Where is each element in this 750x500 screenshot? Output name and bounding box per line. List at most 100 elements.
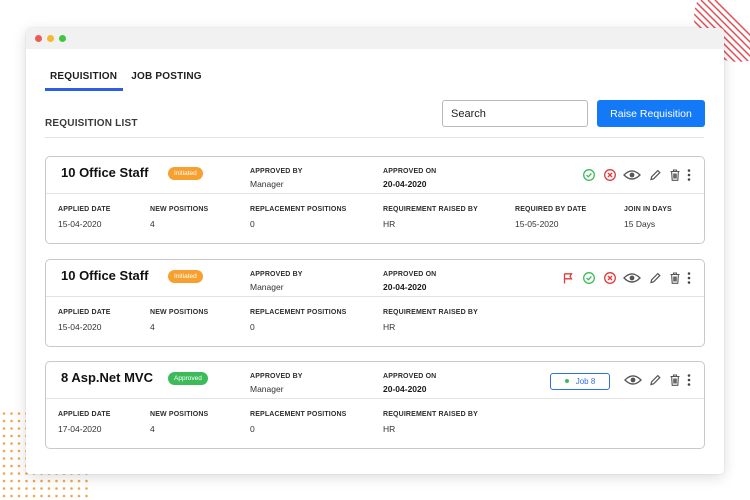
decor-dot [40,487,43,490]
status-badge: Initiated [168,167,203,180]
decor-dot [17,472,21,475]
trash-icon[interactable] [668,373,682,387]
minimize-window-dot[interactable] [47,35,54,42]
applied-date-value: 15-04-2020 [58,322,102,332]
status-badge: Approved [168,372,208,385]
trash-icon[interactable] [668,271,682,285]
requisition-title: 10 Office Staff [61,268,149,283]
approved-on-label: APPROVED ON [383,168,437,175]
more-vertical-icon[interactable] [686,373,692,387]
status-dot [564,378,569,383]
app-window: REQUISITION JOB POSTING REQUISITION LIST… [26,28,724,474]
approved-on-value: 20-04-2020 [383,384,427,394]
decor-dot [17,442,21,445]
decor-dot [85,479,88,483]
replacement-positions-label: REPLACEMENT POSITIONS [250,411,347,418]
eye-icon[interactable] [623,168,641,182]
requirement-raised-by-value: HR [383,424,396,434]
requisition-card: 8 Asp.Net MVC Approved APPROVED BY Manag… [45,361,705,449]
approved-on-value: 20-04-2020 [383,282,427,292]
replacement-positions-label: REPLACEMENT POSITIONS [250,206,347,213]
divider [45,137,704,138]
raise-requisition-button[interactable]: Raise Requisition [597,100,705,127]
requisition-title: 8 Asp.Net MVC [61,370,153,385]
eye-icon[interactable] [623,271,641,285]
decor-dot [55,494,58,498]
window-titlebar [26,28,724,49]
approved-by-label: APPROVED BY [250,271,303,278]
approved-on-value: 20-04-2020 [383,179,427,189]
decor-dot [2,479,6,483]
more-vertical-icon[interactable] [686,168,692,182]
new-positions-value: 4 [150,322,155,332]
new-positions-label: NEW POSITIONS [150,309,209,316]
eye-icon[interactable] [624,373,642,387]
decor-dot [77,479,81,483]
decor-dot [10,434,13,438]
decor-dot [85,487,88,490]
flag-icon[interactable] [561,271,575,285]
decor-dot [62,487,66,490]
check-circle-icon[interactable] [582,168,596,182]
decor-dot [10,494,13,498]
decor-dot [40,494,43,498]
requisition-list-title: REQUISITION LIST [45,118,138,129]
approved-by-label: APPROVED BY [250,168,303,175]
replacement-positions-label: REPLACEMENT POSITIONS [250,309,347,316]
more-vertical-icon[interactable] [686,271,692,285]
decor-dot [17,479,21,483]
decor-dot [85,494,88,498]
search-input[interactable] [442,100,588,127]
decor-dot [17,434,21,438]
maximize-window-dot[interactable] [59,35,66,42]
status-badge: Initiated [168,270,203,283]
applied-date-label: APPLIED DATE [58,206,111,213]
decor-dot [2,419,6,423]
tab-job-posting[interactable]: JOB POSTING [126,71,208,90]
tab-requisition[interactable]: REQUISITION [45,71,124,91]
decor-dot [47,494,51,498]
close-window-dot[interactable] [35,35,42,42]
replacement-positions-value: 0 [250,219,255,229]
applied-date-label: APPLIED DATE [58,309,111,316]
decor-dot [55,487,58,490]
approved-by-value: Manager [250,282,284,292]
decor-dot [17,464,21,468]
check-circle-icon[interactable] [582,271,596,285]
pencil-icon[interactable] [648,168,662,182]
requirement-raised-by-label: REQUIREMENT RAISED BY [383,206,478,213]
decor-dot [55,479,58,483]
decor-dot [70,494,73,498]
decor-dot [10,412,13,415]
decor-dot [25,487,28,490]
approved-on-label: APPROVED ON [383,271,437,278]
join-in-days-label: JOIN IN DAYS [624,206,672,213]
requisition-card: 10 Office Staff Initiated APPROVED BY Ma… [45,156,705,244]
pencil-icon[interactable] [648,373,662,387]
decor-dot [32,479,36,483]
decor-dot [2,442,6,445]
decor-dot [62,479,66,483]
x-circle-icon[interactable] [603,271,617,285]
job-link-chip[interactable]: Job 8 [550,373,610,390]
decor-dot [32,494,36,498]
requirement-raised-by-value: HR [383,219,396,229]
decor-dot [17,419,21,423]
requisition-card: 10 Office Staff Initiated APPROVED BY Ma… [45,259,705,347]
decor-dot [2,449,6,453]
decor-dot [25,479,28,483]
decor-dot [17,427,21,430]
replacement-positions-value: 0 [250,322,255,332]
applied-date-label: APPLIED DATE [58,411,111,418]
decor-dot [10,479,13,483]
decor-dot [2,427,6,430]
decor-dot [2,487,6,490]
pencil-icon[interactable] [648,271,662,285]
decor-dot [25,494,28,498]
required-by-date-value: 15-05-2020 [515,219,559,229]
x-circle-icon[interactable] [603,168,617,182]
trash-icon[interactable] [668,168,682,182]
decor-dot [2,464,6,468]
decor-dot [47,479,51,483]
decor-dot [10,419,13,423]
